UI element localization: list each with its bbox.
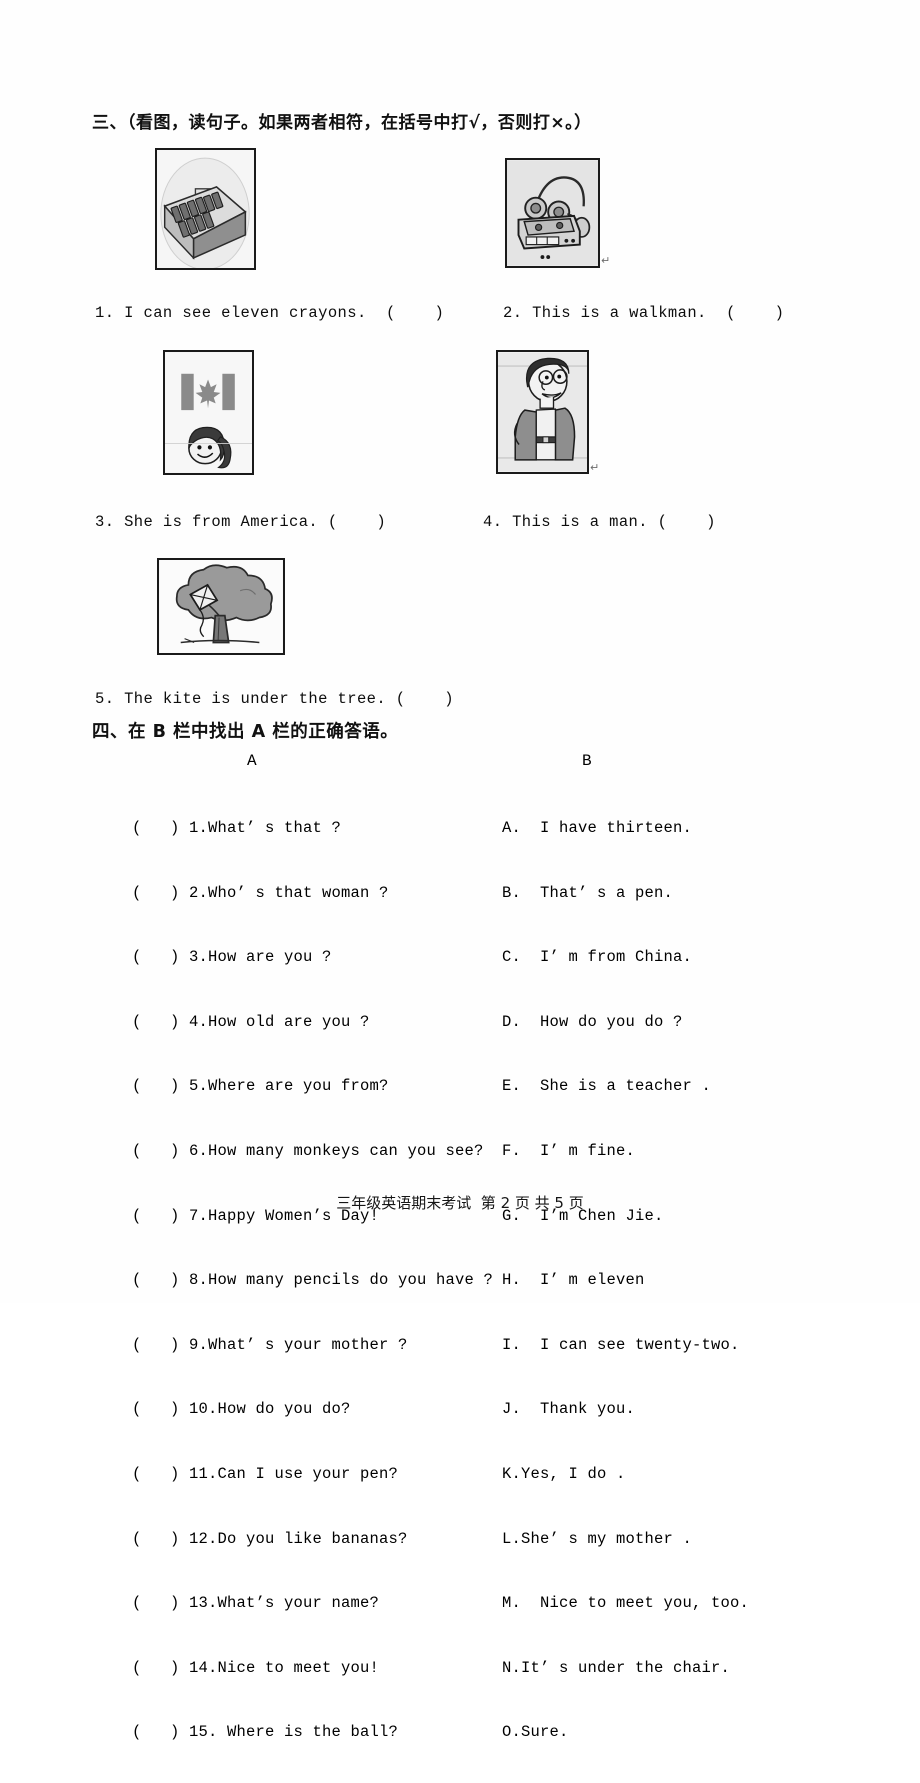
column-b-header: B xyxy=(582,752,592,770)
list-item[interactable]: ( ) 5.Where are you from? xyxy=(132,1072,493,1101)
list-item[interactable]: ( ) 6.How many monkeys can you see? xyxy=(132,1137,493,1166)
list-item[interactable]: B. That’ s a pen. xyxy=(502,879,749,908)
section-4-heading: 四、在 B 栏中找出 A 栏的正确答语。 xyxy=(92,722,399,742)
list-item[interactable]: O.Sure. xyxy=(502,1718,749,1747)
list-item[interactable]: ( ) 14.Nice to meet you! xyxy=(132,1654,493,1683)
list-item[interactable]: I. I can see twenty-two. xyxy=(502,1331,749,1360)
column-a-header: A xyxy=(247,752,257,770)
list-item[interactable]: L.She’ s my mother . xyxy=(502,1525,749,1554)
section-3-heading: 三、（看图，读句子。如果两者相符，在括号中打√，否则打×。） xyxy=(92,113,592,133)
exam-paper-page: 三、（看图，读句子。如果两者相符，在括号中打√，否则打×。） ↵ 1. I ca… xyxy=(0,0,920,1741)
list-item[interactable]: C. I’ m from China. xyxy=(502,943,749,972)
walkman-picture xyxy=(505,158,600,268)
question-3-sentence: 3. She is from America. ( ) xyxy=(95,513,387,531)
list-item[interactable]: ( ) 12.Do you like bananas? xyxy=(132,1525,493,1554)
list-item[interactable]: ( ) 9.What’ s your mother ? xyxy=(132,1331,493,1360)
list-item[interactable]: D. How do you do ? xyxy=(502,1008,749,1037)
list-item[interactable]: ( ) 13.What’s your name? xyxy=(132,1589,493,1618)
question-2-sentence: 2. This is a walkman. ( ) xyxy=(503,304,785,322)
kite-in-tree-picture xyxy=(157,558,285,655)
list-item[interactable]: ( ) 15. Where is the ball? xyxy=(132,1718,493,1747)
crayon-box-picture xyxy=(155,148,256,270)
list-item[interactable]: ( ) 2.Who’ s that woman ? xyxy=(132,879,493,908)
column-b-list: A. I have thirteen. B. That’ s a pen. C.… xyxy=(502,778,749,1783)
paragraph-mark-icon-2: ↵ xyxy=(590,461,600,474)
list-item[interactable]: H. I’ m eleven xyxy=(502,1266,749,1295)
list-item[interactable]: F. I’ m fine. xyxy=(502,1137,749,1166)
list-item[interactable]: ( ) 10.How do you do? xyxy=(132,1395,493,1424)
list-item[interactable]: ( ) 4.How old are you ? xyxy=(132,1008,493,1037)
list-item[interactable]: ( ) 1.What’ s that ? xyxy=(132,814,493,843)
question-4-sentence: 4. This is a man. ( ) xyxy=(483,513,716,531)
canada-flag-girl-picture xyxy=(163,350,254,475)
list-item[interactable]: ( ) 8.How many pencils do you have ? xyxy=(132,1266,493,1295)
paragraph-mark-icon: ↵ xyxy=(601,254,611,267)
page-footer: 三年级英语期末考试 第 2 页 共 5 页 xyxy=(336,1194,584,1212)
list-item[interactable]: J. Thank you. xyxy=(502,1395,749,1424)
list-item[interactable]: M. Nice to meet you, too. xyxy=(502,1589,749,1618)
list-item[interactable]: A. I have thirteen. xyxy=(502,814,749,843)
list-item[interactable]: N.It’ s under the chair. xyxy=(502,1654,749,1683)
column-a-list: ( ) 1.What’ s that ? ( ) 2.Who’ s that w… xyxy=(132,778,493,1783)
question-5-sentence: 5. The kite is under the tree. ( ) xyxy=(95,690,454,708)
question-1-sentence: 1. I can see eleven crayons. ( ) xyxy=(95,304,445,322)
list-item[interactable]: ( ) 3.How are you ? xyxy=(132,943,493,972)
man-picture xyxy=(496,350,589,474)
list-item[interactable]: E. She is a teacher . xyxy=(502,1072,749,1101)
list-item[interactable]: ( ) 11.Can I use your pen? xyxy=(132,1460,493,1489)
list-item[interactable]: K.Yes, I do . xyxy=(502,1460,749,1489)
